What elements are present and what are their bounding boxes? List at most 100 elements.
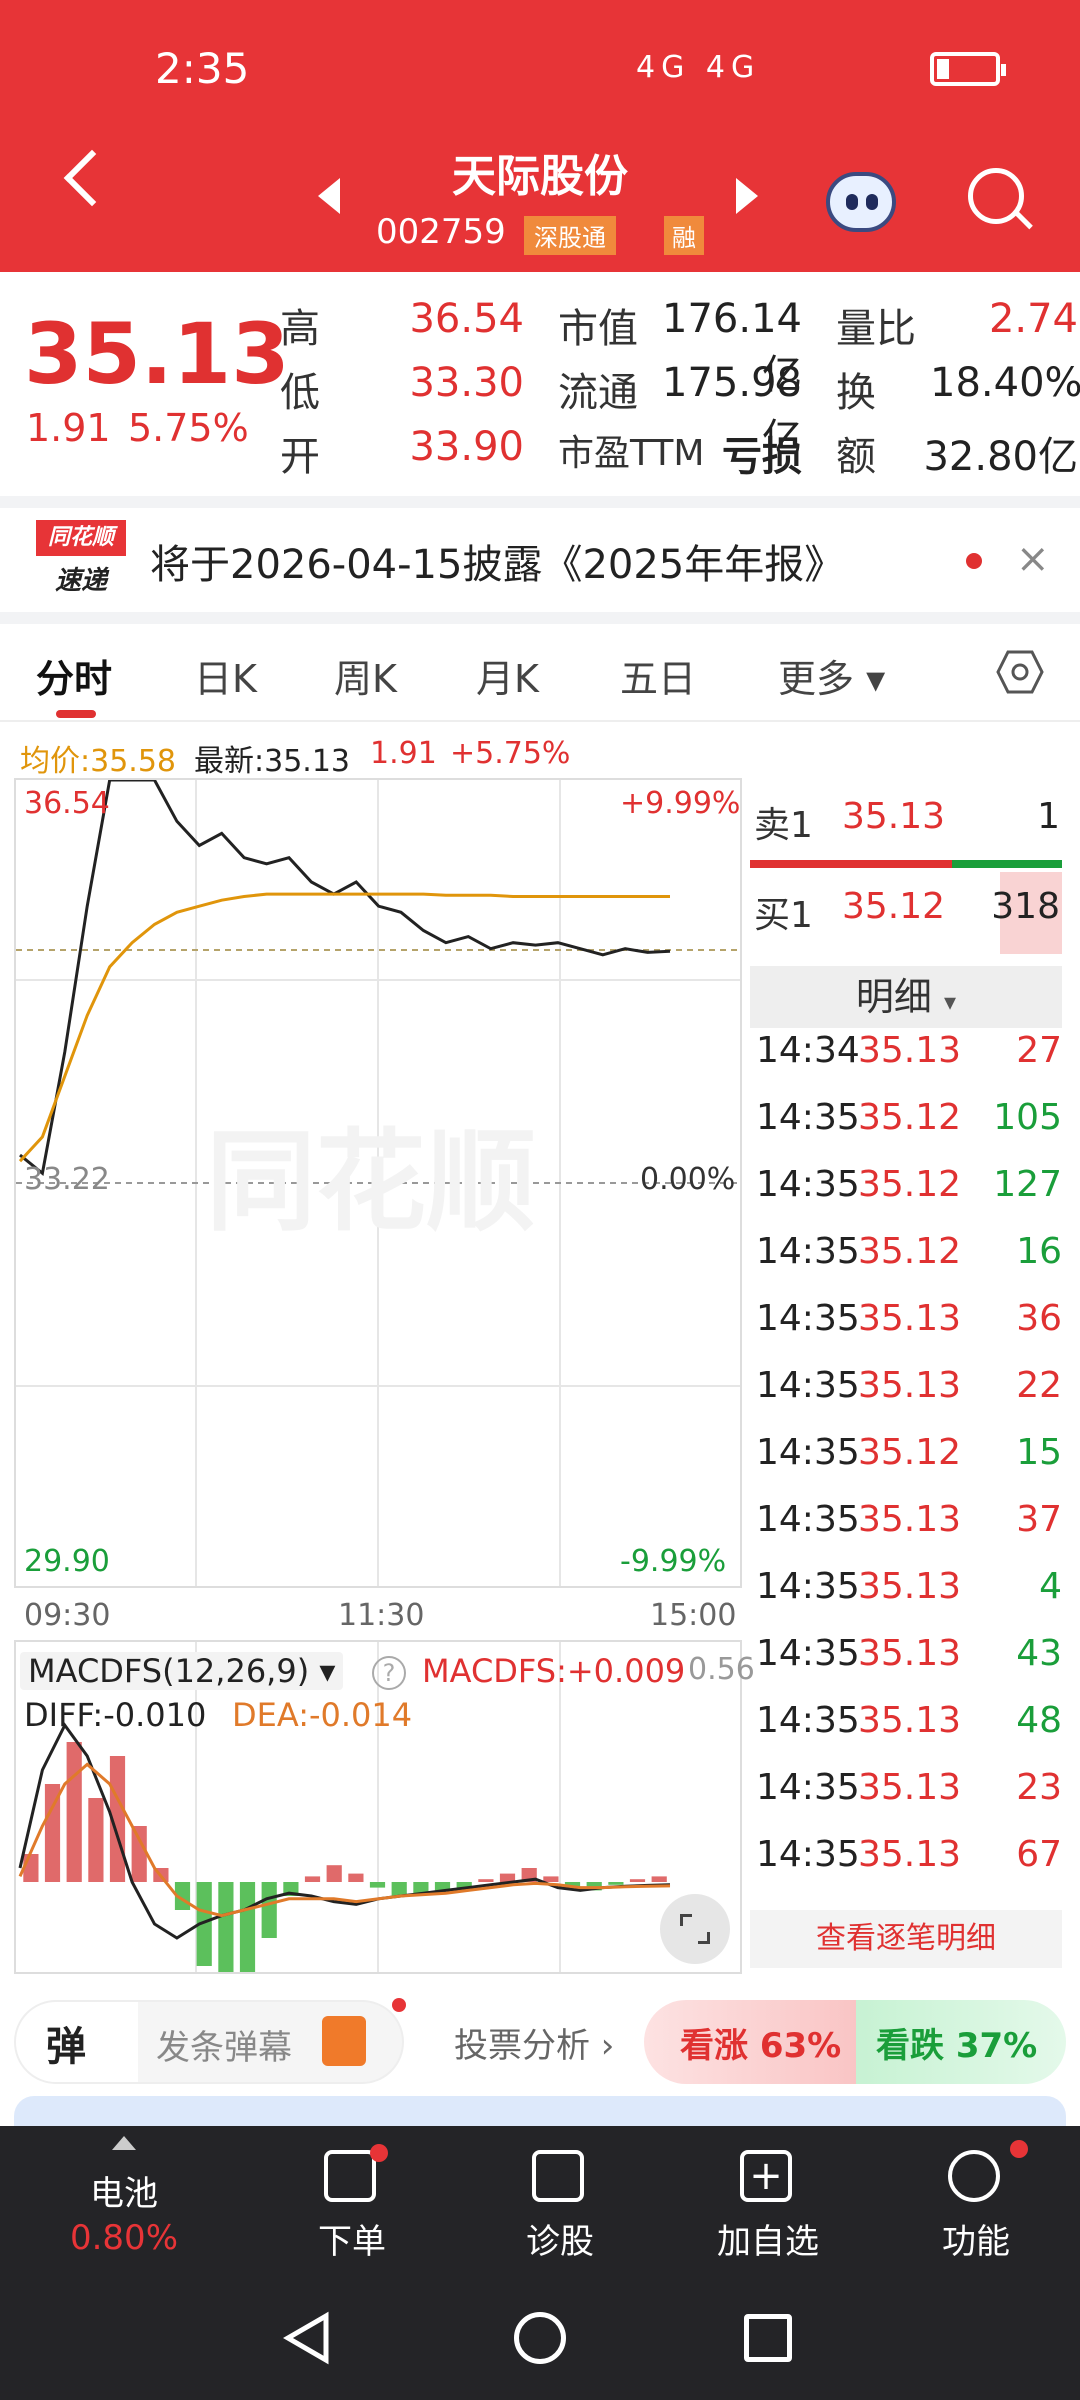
detail-time: 14:35 bbox=[756, 1164, 860, 1205]
detail-qty: 15 bbox=[1016, 1432, 1062, 1473]
detail-price: 35.12 bbox=[858, 1097, 962, 1138]
macd-bar bbox=[369, 1882, 386, 1888]
detail-row: 14:35 35.13 37 bbox=[756, 1499, 1062, 1566]
macd-bar bbox=[66, 1742, 82, 1882]
macd-chart-svg bbox=[18, 1642, 671, 1972]
danmu-bar[interactable]: 弹 发条弹幕 bbox=[14, 1998, 406, 2084]
macd-bar bbox=[304, 1876, 321, 1882]
macd-bar bbox=[543, 1876, 559, 1882]
macd-bar bbox=[326, 1865, 342, 1882]
macd-chart[interactable] bbox=[14, 1640, 742, 1974]
detail-row: 14:35 35.13 67 bbox=[756, 1834, 1062, 1901]
macd-indicator-select[interactable]: MACDFS(12,26,9) ▾ bbox=[20, 1652, 344, 1690]
tab-more[interactable]: 更多 ▾ bbox=[778, 648, 885, 703]
detail-tab[interactable]: 明细 ▾ bbox=[750, 966, 1062, 1028]
functions-dot-icon bbox=[1010, 2140, 1028, 2158]
detail-row: 14:35 35.12 16 bbox=[756, 1231, 1062, 1298]
vote-bearish-button[interactable]: 看跌 37% bbox=[856, 2000, 1066, 2084]
menu-icon bbox=[948, 2150, 1000, 2202]
legend-change: 1.91 bbox=[370, 736, 437, 771]
y-tick-prev-close: 33.22 bbox=[24, 1162, 110, 1197]
danmu-icon: 弹 bbox=[46, 2024, 86, 2070]
stock-name: 天际股份 bbox=[452, 151, 628, 202]
prev-stock-icon[interactable] bbox=[318, 178, 340, 214]
tab-weekly-k[interactable]: 周K bbox=[334, 648, 397, 703]
detail-row: 14:34 35.13 27 bbox=[756, 1030, 1062, 1097]
macd-value: MACDFS:+0.009 bbox=[422, 1652, 686, 1690]
detail-price: 35.13 bbox=[858, 1030, 962, 1071]
back-icon[interactable] bbox=[63, 149, 121, 207]
macd-bar bbox=[131, 1826, 147, 1882]
expand-up-icon bbox=[112, 2136, 136, 2150]
system-home-icon[interactable] bbox=[514, 2312, 566, 2364]
detail-time: 14:35 bbox=[756, 1700, 860, 1741]
bid1-price: 35.12 bbox=[842, 886, 946, 927]
macd-bar bbox=[651, 1876, 667, 1882]
vote-bullish-button[interactable]: 看涨 63% bbox=[644, 2000, 856, 2084]
tab-intraday[interactable]: 分时 bbox=[36, 648, 112, 703]
pe-value: 亏损 bbox=[722, 434, 802, 480]
order-icon bbox=[324, 2150, 376, 2202]
vote-analysis-link[interactable]: 投票分析 › bbox=[454, 2018, 614, 2067]
nav-add-watchlist[interactable]: + 加自选 bbox=[668, 2126, 868, 2276]
tab-five-day[interactable]: 五日 bbox=[620, 648, 696, 703]
float-label: 流通 bbox=[558, 370, 638, 416]
intraday-chart[interactable]: 同花顺 bbox=[14, 778, 742, 1588]
macd-bar bbox=[391, 1882, 407, 1896]
divider bbox=[0, 496, 1080, 508]
macd-dea: DEA:-0.014 bbox=[232, 1696, 413, 1734]
detail-qty: 23 bbox=[1016, 1767, 1062, 1808]
detail-price: 35.13 bbox=[858, 1834, 962, 1875]
assistant-robot-icon[interactable] bbox=[826, 172, 896, 232]
nav-diagnose[interactable]: 诊股 bbox=[460, 2126, 660, 2276]
detail-price: 35.13 bbox=[858, 1700, 962, 1741]
nav-order[interactable]: 下单 bbox=[252, 2126, 452, 2276]
nav-functions[interactable]: 功能 bbox=[876, 2126, 1076, 2276]
bid1-label: 买1 bbox=[754, 895, 813, 936]
detail-time: 14:34 bbox=[756, 1030, 860, 1071]
macd-bar bbox=[629, 1879, 646, 1882]
connect-tag: 深股通 bbox=[524, 216, 616, 255]
detail-price: 35.13 bbox=[858, 1566, 962, 1607]
detail-row: 14:35 35.12 105 bbox=[756, 1097, 1062, 1164]
detail-price: 35.12 bbox=[858, 1164, 962, 1205]
settings-hex-icon[interactable] bbox=[996, 648, 1044, 696]
next-stock-icon[interactable] bbox=[736, 178, 758, 214]
view-tick-detail-button[interactable]: 查看逐笔明细 bbox=[750, 1910, 1062, 1968]
detail-row: 14:35 35.13 4 bbox=[756, 1566, 1062, 1633]
close-icon[interactable]: × bbox=[1016, 536, 1050, 582]
detail-time: 14:35 bbox=[756, 1633, 860, 1674]
macd-bar bbox=[23, 1854, 39, 1882]
amount-value: 32.80亿 bbox=[923, 434, 1078, 480]
system-recents-icon[interactable] bbox=[744, 2314, 792, 2362]
detail-time: 14:35 bbox=[756, 1298, 860, 1339]
detail-price: 35.12 bbox=[858, 1231, 962, 1272]
detail-qty: 4 bbox=[1039, 1566, 1062, 1607]
add-icon: + bbox=[740, 2150, 792, 2202]
open-label: 开 bbox=[280, 434, 320, 480]
detail-time: 14:35 bbox=[756, 1365, 860, 1406]
low-label: 低 bbox=[280, 370, 320, 416]
ths-express-logo: 同花顺 速递 bbox=[36, 520, 126, 600]
y-tick-pct-zero: 0.00% bbox=[640, 1162, 736, 1197]
tab-active-indicator bbox=[56, 710, 96, 718]
high-label: 高 bbox=[280, 306, 320, 352]
divider bbox=[0, 612, 1080, 624]
system-nav-bar bbox=[0, 2276, 1080, 2400]
detail-row: 14:35 35.13 22 bbox=[756, 1365, 1062, 1432]
bottom-nav: 电池 0.80% 下单 诊股 + 加自选 功能 bbox=[0, 2126, 1080, 2276]
help-icon[interactable]: ? bbox=[372, 1656, 406, 1690]
expand-icon[interactable] bbox=[660, 1894, 730, 1964]
detail-qty: 43 bbox=[1016, 1633, 1062, 1674]
detail-row: 14:35 35.13 36 bbox=[756, 1298, 1062, 1365]
detail-qty: 27 bbox=[1016, 1030, 1062, 1071]
battery-sector-button[interactable]: 电池 0.80% bbox=[24, 2126, 224, 2276]
stock-code: 002759 bbox=[376, 212, 506, 252]
open-value: 33.90 bbox=[409, 424, 524, 470]
detail-price: 35.13 bbox=[858, 1365, 962, 1406]
tab-daily-k[interactable]: 日K bbox=[194, 648, 257, 703]
tab-monthly-k[interactable]: 月K bbox=[476, 648, 539, 703]
detail-price: 35.13 bbox=[858, 1499, 962, 1540]
system-back-icon[interactable] bbox=[280, 2310, 336, 2366]
notice-text[interactable]: 将于2026-04-15披露《2025年年报》 bbox=[150, 532, 844, 590]
